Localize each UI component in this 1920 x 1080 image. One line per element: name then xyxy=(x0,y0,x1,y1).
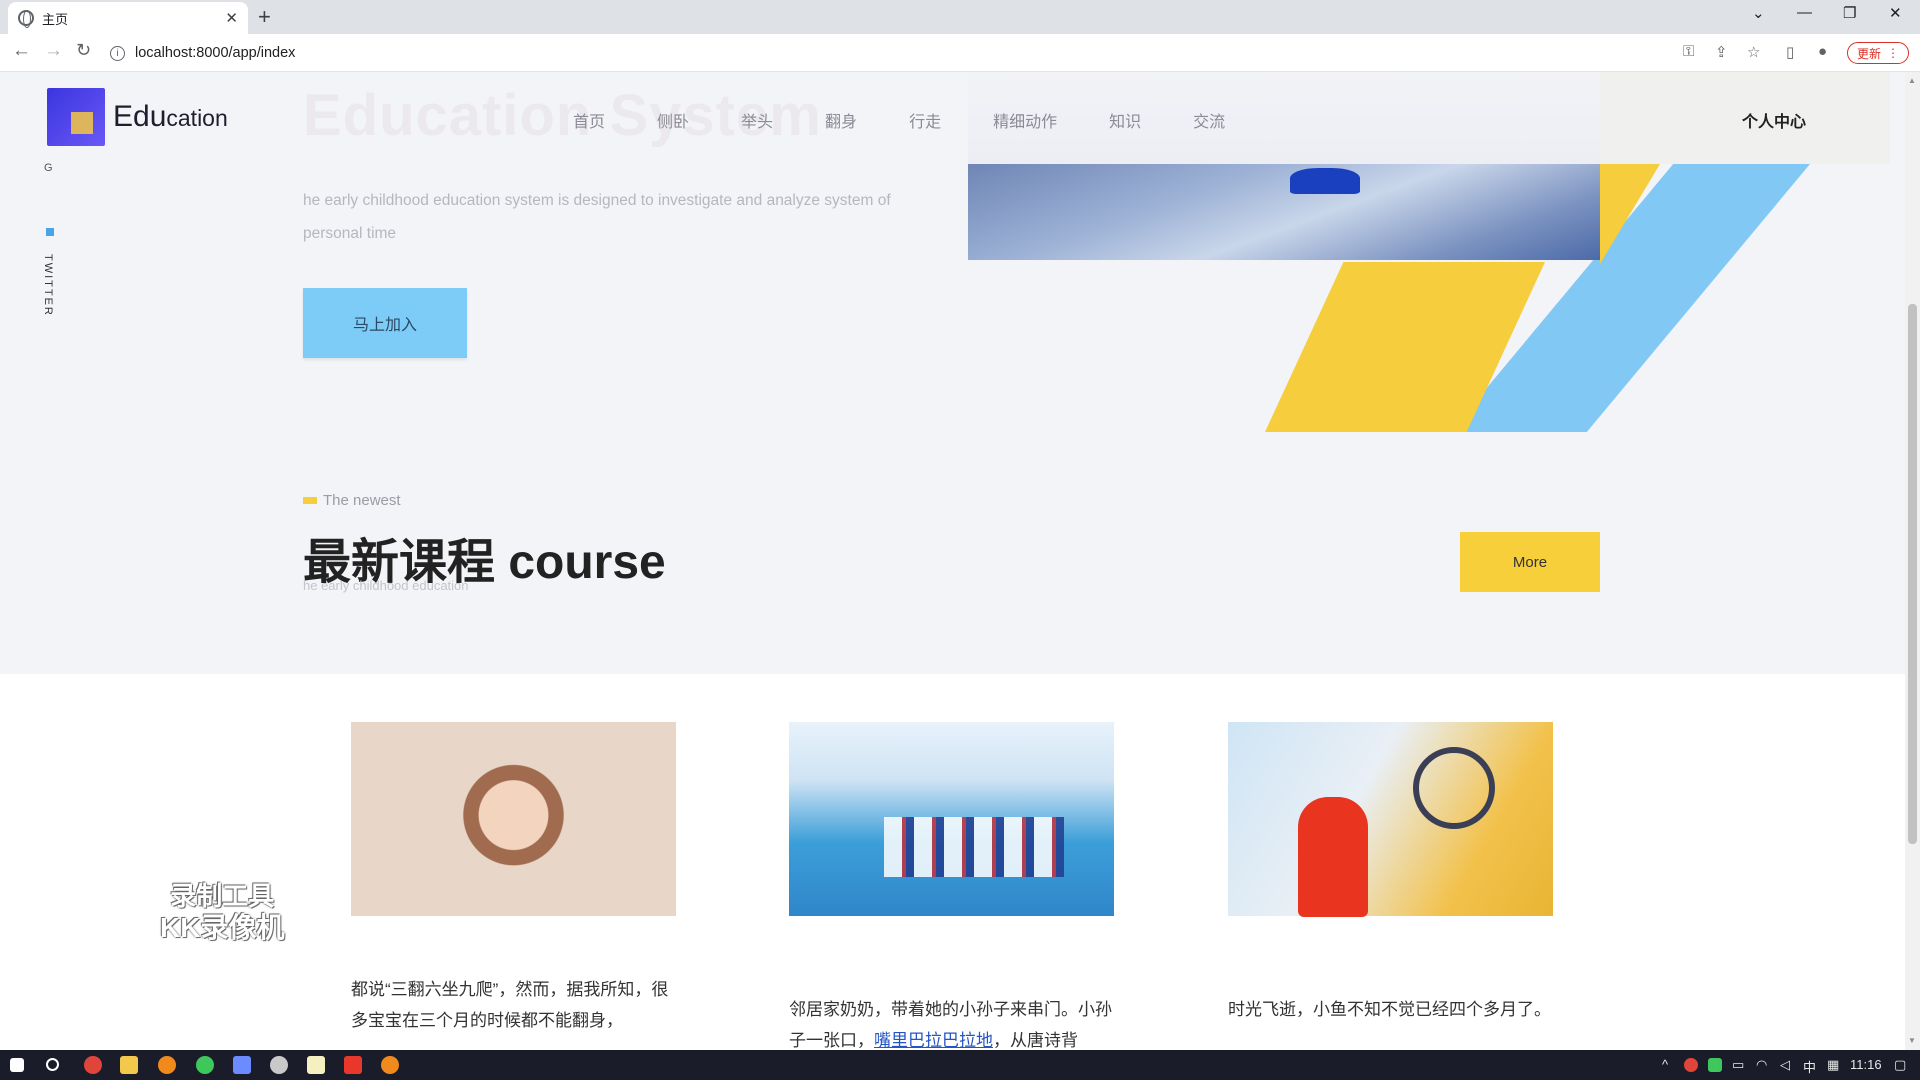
globe-icon xyxy=(18,10,34,28)
user-center-link[interactable]: 个人中心 xyxy=(1742,108,1806,132)
share-icon[interactable]: ⇪ xyxy=(1715,43,1728,61)
volume-icon[interactable]: ◁ xyxy=(1780,1057,1790,1073)
course-excerpt: 邻居家奶奶，带着她的小孙子来串门。小孙子一张口，嘴里巴拉巴拉地，从唐诗背 xyxy=(789,994,1114,1050)
tab-strip: 主页 ✕ + ⌄ — ❐ ✕ xyxy=(0,0,1920,34)
minimize-button[interactable]: — xyxy=(1797,4,1812,21)
nav-roll-over[interactable]: 翻身 xyxy=(825,108,857,132)
join-button[interactable]: 马上加入 xyxy=(303,288,467,358)
search-icon[interactable] xyxy=(46,1058,59,1071)
section-tag: The newest xyxy=(303,492,401,509)
url-text[interactable]: localhost:8000/app/index xyxy=(135,45,295,61)
page-scrollbar[interactable]: ▲ ▼ xyxy=(1905,72,1920,1050)
twitter-link[interactable]: TWITTER xyxy=(42,254,54,317)
clock[interactable]: 11:16 xyxy=(1850,1057,1882,1072)
excerpt-part: ，从唐诗背 xyxy=(993,1031,1078,1050)
hero-description: he early childhood education system is d… xyxy=(303,192,891,242)
search-app-icon[interactable] xyxy=(158,1056,176,1074)
forward-icon[interactable]: → xyxy=(44,40,63,62)
back-icon[interactable]: ← xyxy=(12,40,31,62)
swim-team-photo[interactable] xyxy=(789,722,1114,916)
tray-app-icon[interactable] xyxy=(1708,1058,1722,1072)
hero-boat xyxy=(1290,168,1360,194)
watermark-line1: 录制工具 xyxy=(170,881,275,911)
vlog-photo[interactable] xyxy=(1228,722,1553,917)
nav-walking[interactable]: 行走 xyxy=(909,108,941,132)
settings-icon[interactable] xyxy=(270,1056,288,1074)
menu-dots-icon[interactable]: ⋮ xyxy=(1887,46,1899,60)
ime-indicator[interactable]: 中 xyxy=(1803,1057,1816,1076)
course-card[interactable]: 时光飞逝，小鱼不知不觉已经四个多月了。 xyxy=(1228,722,1553,1025)
course-card[interactable]: 邻居家奶奶，带着她的小孙子来串门。小孙子一张口，嘴里巴拉巴拉地，从唐诗背 xyxy=(789,722,1114,1050)
scroll-down-icon[interactable]: ▼ xyxy=(1908,1036,1916,1045)
network-icon[interactable]: ▭ xyxy=(1732,1057,1744,1073)
close-window-button[interactable]: ✕ xyxy=(1889,4,1902,22)
course-excerpt: 都说“三翻六坐九爬”，然而，据我所知，很多宝宝在三个月的时候都不能翻身， xyxy=(351,980,669,1030)
watermark-line2: KK录像机 xyxy=(160,912,285,943)
nav-head-up[interactable]: 举头 xyxy=(741,108,773,132)
section-tag-text: The newest xyxy=(323,492,401,509)
twitter-icon[interactable] xyxy=(46,228,54,236)
wifi-icon[interactable]: ◠ xyxy=(1756,1057,1767,1073)
logo-main: Edu xyxy=(113,100,167,133)
close-tab-icon[interactable]: ✕ xyxy=(225,9,238,27)
nav-home[interactable]: 首页 xyxy=(573,108,605,132)
course-excerpt: 时光飞逝，小鱼不知不觉已经四个多月了。 xyxy=(1228,1000,1551,1019)
baby-photo[interactable] xyxy=(351,722,676,916)
logo-icon[interactable] xyxy=(47,88,105,146)
nav-knowledge[interactable]: 知识 xyxy=(1109,108,1141,132)
wps-icon[interactable] xyxy=(344,1056,362,1074)
address-bar[interactable]: i localhost:8000/app/index xyxy=(110,39,1700,67)
browser-toolbar: ← → ↻ i localhost:8000/app/index ⚿ ⇪ ☆ ▯… xyxy=(0,34,1920,72)
notepad-icon[interactable] xyxy=(307,1056,325,1074)
course-list: 都说“三翻六坐九爬”，然而，据我所知，很多宝宝在三个月的时候都不能翻身， 邻居家… xyxy=(0,674,1905,1050)
sidebar-icon[interactable]: ▯ xyxy=(1786,43,1794,61)
chrome-icon[interactable] xyxy=(84,1056,102,1074)
section-subtitle: he early childhood education xyxy=(303,578,469,593)
tab-search-icon[interactable]: ⌄ xyxy=(1752,4,1765,22)
scrollbar-thumb[interactable] xyxy=(1908,304,1917,844)
windows-start-icon[interactable] xyxy=(10,1058,24,1072)
key-icon[interactable]: ⚿ xyxy=(1683,43,1694,60)
nav-side-lying[interactable]: 侧卧 xyxy=(657,108,689,132)
app-icon-green[interactable] xyxy=(196,1056,214,1074)
tray-expand-icon[interactable]: ^ xyxy=(1662,1057,1668,1072)
course-card[interactable]: 都说“三翻六坐九爬”，然而，据我所知，很多宝宝在三个月的时候都不能翻身， xyxy=(351,722,676,1036)
tag-bar xyxy=(303,497,317,504)
new-tab-button[interactable]: + xyxy=(258,4,271,30)
reload-icon[interactable]: ↻ xyxy=(76,40,91,61)
info-icon[interactable]: i xyxy=(110,45,125,61)
logo-text[interactable]: Education xyxy=(113,100,228,134)
tray-antivirus-icon[interactable] xyxy=(1684,1058,1698,1072)
notification-icon[interactable]: ▢ xyxy=(1894,1057,1906,1073)
hero-image xyxy=(968,164,1600,260)
recorder-icon[interactable] xyxy=(381,1056,399,1074)
restore-button[interactable]: ❐ xyxy=(1843,4,1856,22)
keyboard-icon[interactable]: ▦ xyxy=(1827,1057,1839,1073)
browser-tab[interactable]: 主页 ✕ xyxy=(8,2,248,34)
excerpt-link[interactable]: 嘴里巴拉巴拉地 xyxy=(874,1031,993,1050)
main-nav: 首页 侧卧 举头 翻身 行走 精细动作 知识 交流 xyxy=(573,108,1277,132)
recorder-watermark: 录制工具 KK录像机 xyxy=(160,880,284,944)
profile-icon[interactable]: ● xyxy=(1818,43,1827,60)
taskbar: ^ ▭ ◠ ◁ 中 ▦ 11:16 ▢ xyxy=(0,1050,1920,1080)
app-icon-blue[interactable] xyxy=(233,1056,251,1074)
scroll-up-icon[interactable]: ▲ xyxy=(1908,76,1916,85)
update-label: 更新 xyxy=(1856,46,1881,61)
file-explorer-icon[interactable] xyxy=(120,1056,138,1074)
page-viewport: Education Education System 首页 侧卧 举头 翻身 行… xyxy=(0,72,1905,1050)
logo-small: cation xyxy=(166,105,228,131)
tab-title: 主页 xyxy=(42,11,69,27)
bookmark-star-icon[interactable]: ☆ xyxy=(1747,43,1760,61)
more-button[interactable]: More xyxy=(1460,532,1600,592)
side-mark: G xyxy=(44,162,53,174)
nav-communication[interactable]: 交流 xyxy=(1193,108,1225,132)
nav-fine-motor[interactable]: 精细动作 xyxy=(993,108,1057,132)
update-button[interactable]: 更新 ⋮ xyxy=(1847,42,1909,64)
